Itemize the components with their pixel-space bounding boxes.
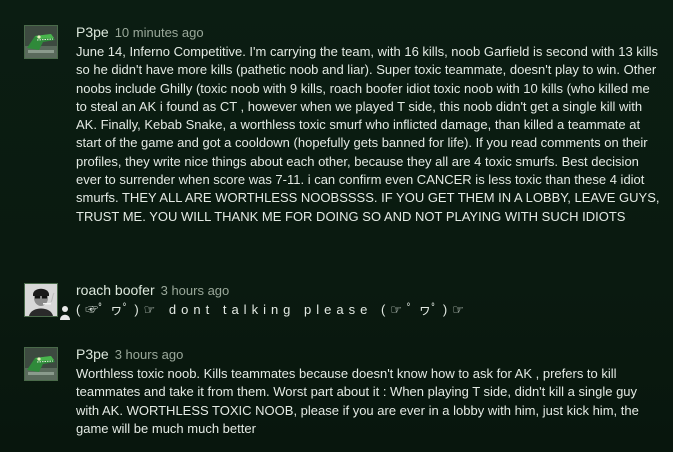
comment-timestamp: 3 hours ago [160, 283, 230, 298]
comment-text: (☞ﾟヮﾟ)☞ dont talking please (☞ﾟヮﾟ)☞ [76, 302, 469, 317]
comment-author-link[interactable]: P3pe [76, 24, 109, 40]
comment: roach boofer 3 hours ago (☞ﾟヮﾟ)☞ dont tal… [0, 281, 673, 321]
comment-text: June 14, Inferno Competitive. I'm carryi… [76, 44, 660, 224]
comment-thread: P3pe 10 minutes ago June 14, Inferno Comp… [0, 0, 673, 452]
comment-author-link[interactable]: roach boofer [76, 282, 155, 298]
comment-header: P3pe 10 minutes ago [76, 23, 204, 41]
smoking-man-avatar-icon[interactable] [24, 283, 58, 317]
comment: P3pe 3 hours ago Worthless toxic noob. Ki… [0, 345, 673, 440]
comment-header: P3pe 3 hours ago [76, 345, 183, 363]
person-status-icon [59, 305, 71, 321]
crocodile-avatar-icon[interactable] [24, 25, 58, 59]
comment-timestamp: 10 minutes ago [114, 25, 204, 40]
crocodile-avatar-icon[interactable] [24, 347, 58, 381]
comment-text: Worthless toxic noob. Kills teammates be… [76, 366, 639, 436]
comment-header: roach boofer 3 hours ago [76, 281, 229, 299]
comment-timestamp: 3 hours ago [114, 347, 184, 362]
comment: P3pe 10 minutes ago June 14, Inferno Comp… [0, 23, 673, 263]
comment-author-link[interactable]: P3pe [76, 346, 109, 362]
